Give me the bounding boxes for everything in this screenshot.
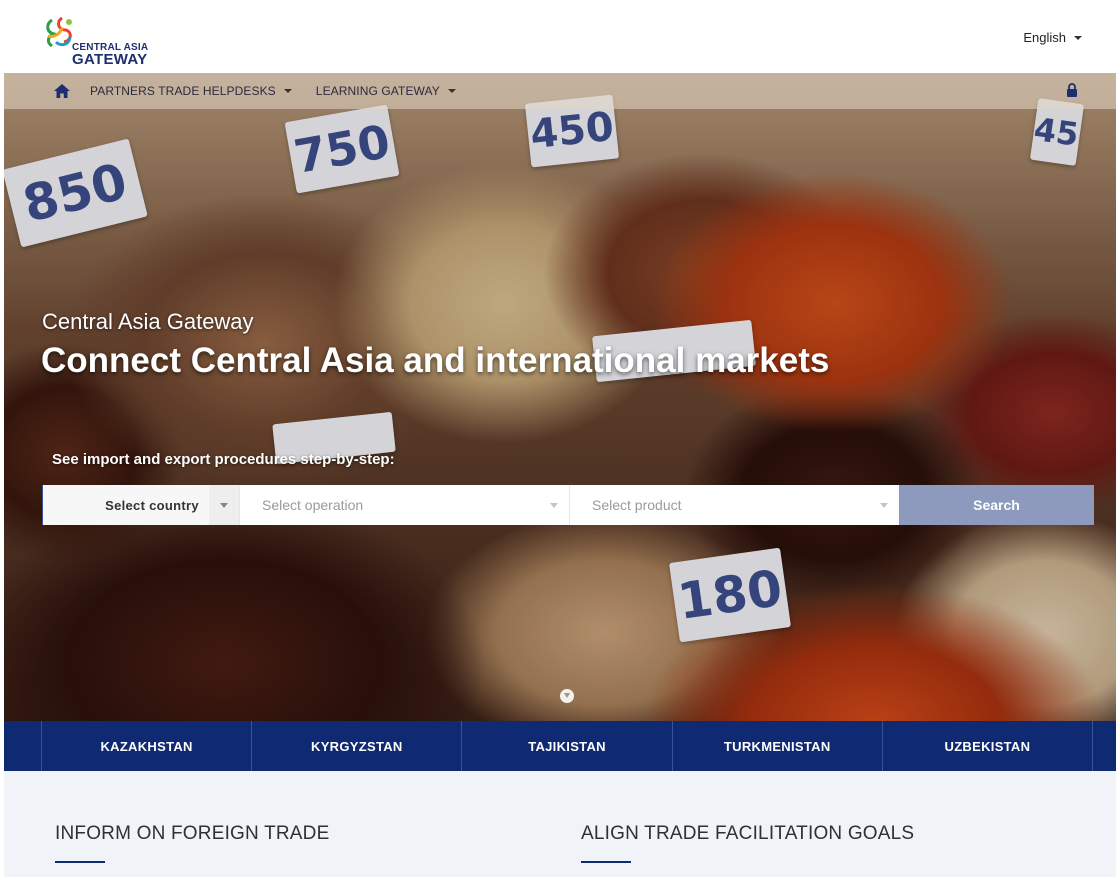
country-tab-kyrgyzstan[interactable]: KYRGYZSTAN <box>251 721 461 771</box>
operation-select[interactable]: Select operation <box>239 485 569 525</box>
country-select-placeholder: Select country <box>105 497 199 513</box>
info-section: INFORM ON FOREIGN TRADE ALIGN TRADE FACI… <box>4 771 1116 877</box>
header: CENTRAL ASIA GATEWAY English <box>4 6 1116 73</box>
hero-subtitle: Central Asia Gateway <box>42 309 254 334</box>
page: CENTRAL ASIA GATEWAY English 850 750 450… <box>0 0 1119 877</box>
section-divider <box>55 861 105 863</box>
language-label: English <box>1023 30 1066 45</box>
product-select-placeholder: Select product <box>592 497 682 513</box>
country-select-arrow[interactable] <box>209 485 239 525</box>
chevron-down-icon <box>550 502 558 508</box>
country-select[interactable]: Select country <box>42 485 239 525</box>
nav-item-partners-trade-helpdesks[interactable]: PARTNERS TRADE HELPDESKS <box>90 84 292 98</box>
chevron-down-icon <box>220 502 228 508</box>
logo[interactable]: CENTRAL ASIA GATEWAY <box>42 16 162 68</box>
product-select[interactable]: Select product <box>569 485 899 525</box>
section-title-align: ALIGN TRADE FACILITATION GOALS <box>581 823 915 844</box>
country-tab-kazakhstan[interactable]: KAZAKHSTAN <box>41 721 251 771</box>
home-icon[interactable] <box>54 84 70 98</box>
section-title-inform: INFORM ON FOREIGN TRADE <box>55 823 330 844</box>
language-selector[interactable]: English <box>1023 30 1082 45</box>
search-button[interactable]: Search <box>899 485 1094 525</box>
country-tabs: KAZAKHSTAN KYRGYZSTAN TAJIKISTAN TURKMEN… <box>4 721 1116 771</box>
hero-overlay <box>4 73 1116 721</box>
procedures-prompt: See import and export procedures step-by… <box>52 451 395 468</box>
logo-text-line2: GATEWAY <box>72 51 148 68</box>
chevron-down-icon <box>1074 35 1082 40</box>
operation-select-arrow[interactable] <box>539 485 569 525</box>
nav-item-learning-gateway[interactable]: LEARNING GATEWAY <box>316 84 456 98</box>
chevron-down-icon <box>283 89 292 93</box>
logo-mark-icon <box>46 16 72 48</box>
scroll-down-icon[interactable] <box>560 689 574 703</box>
hero-title: Connect Central Asia and international m… <box>41 341 830 380</box>
country-tab-tajikistan[interactable]: TAJIKISTAN <box>461 721 671 771</box>
country-tab-uzbekistan[interactable]: UZBEKISTAN <box>881 721 1094 771</box>
chevron-down-icon <box>880 502 888 508</box>
hero-banner: 850 750 450 450 180 PARTNERS TRADE HELPD… <box>4 73 1116 721</box>
chevron-down-icon <box>447 89 456 93</box>
product-select-arrow[interactable] <box>869 485 899 525</box>
nav-item-label: PARTNERS TRADE HELPDESKS <box>90 84 276 98</box>
section-divider <box>581 861 631 863</box>
procedure-search-bar: Select country Select operation Select p… <box>42 485 1094 525</box>
country-tab-turkmenistan[interactable]: TURKMENISTAN <box>671 721 882 771</box>
main-nav: PARTNERS TRADE HELPDESKS LEARNING GATEWA… <box>4 73 1116 109</box>
operation-select-placeholder: Select operation <box>262 497 364 513</box>
nav-item-label: LEARNING GATEWAY <box>315 84 440 98</box>
lock-icon[interactable] <box>1066 83 1078 97</box>
